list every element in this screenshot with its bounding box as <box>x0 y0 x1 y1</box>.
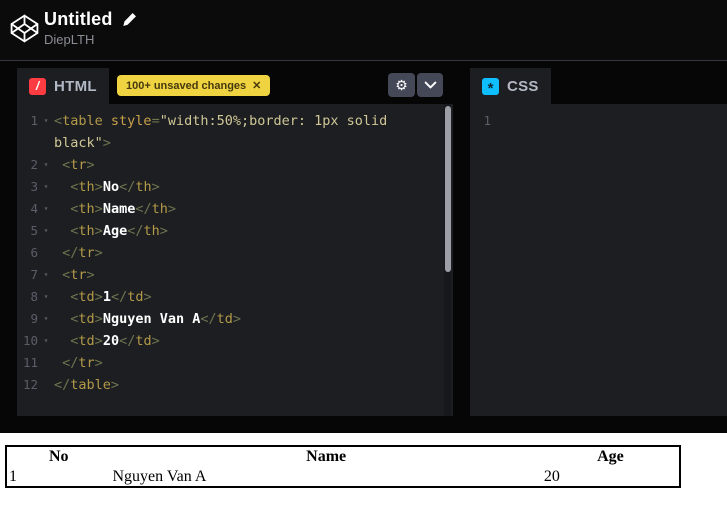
code-text: black"> <box>54 135 111 151</box>
code-text: <th>Age</th> <box>70 223 168 239</box>
code-text: <td>1</td> <box>70 289 152 305</box>
fold-arrow-icon[interactable]: ▾ <box>38 154 54 176</box>
code-text: <td>20</td> <box>70 333 160 349</box>
line-number: 7 <box>30 267 38 282</box>
pen-title: Untitled <box>44 9 113 29</box>
preview-table: No Name Age 1 Nguyen Van A 20 <box>5 445 681 488</box>
preview-pane: No Name Age 1 Nguyen Van A 20 <box>0 433 727 508</box>
tab-html[interactable]: / HTML <box>17 68 109 104</box>
code-text: </table> <box>54 377 120 393</box>
code-line[interactable]: 12 </table> <box>17 374 453 396</box>
preview-table-cell: 1 <box>9 467 17 485</box>
fold-arrow-icon[interactable]: ▾ <box>38 264 54 286</box>
code-text: <table style="width:50%;border: 1px soli… <box>54 113 388 129</box>
code-line[interactable]: 11 </tr> <box>17 352 453 374</box>
code-line[interactable]: 4 ▾ <th>Name</th> <box>17 198 453 220</box>
unsaved-changes-text: 100+ unsaved changes <box>126 79 247 92</box>
code-line[interactable]: 9 ▾ <td>Nguyen Van A</td> <box>17 308 453 330</box>
code-line[interactable]: 1 ▾ <table style="width:50%;border: 1px so… <box>17 110 453 132</box>
line-number: 5 <box>30 223 38 238</box>
line-number: 4 <box>30 201 38 216</box>
chevron-down-icon <box>424 78 437 93</box>
preview-table-header-cell: Age <box>597 448 624 465</box>
code-line[interactable]: 5 ▾ <th>Age</th> <box>17 220 453 242</box>
app-header: Untitled DiepLTH <box>0 0 727 60</box>
editors-region: / HTML 100+ unsaved changes ✕ ⚙ 1 ▾ <table… <box>0 60 727 433</box>
line-number: 9 <box>30 311 38 326</box>
preview-table-header-row: No Name Age <box>6 446 680 467</box>
html-code-lines: 1 ▾ <table style="width:50%;border: 1px so… <box>17 104 453 396</box>
badge-close-icon[interactable]: ✕ <box>252 79 261 92</box>
fold-arrow-icon[interactable]: ▾ <box>38 220 54 242</box>
line-number: 2 <box>30 157 38 172</box>
html-code-editor[interactable]: 1 ▾ <table style="width:50%;border: 1px so… <box>17 104 453 416</box>
preview-table-cell: 20 <box>543 467 560 485</box>
fold-arrow-icon[interactable]: ▾ <box>38 286 54 308</box>
css-tab-label: CSS <box>507 77 539 95</box>
unsaved-changes-badge: 100+ unsaved changes ✕ <box>117 75 271 96</box>
code-text: <td>Nguyen Van A</td> <box>70 311 242 327</box>
codepen-editor-page: Untitled DiepLTH / HTML 100+ unsaved cha… <box>0 0 727 508</box>
gear-icon: ⚙ <box>395 77 408 93</box>
html-panel-icon: / <box>29 77 46 95</box>
html-tab-label: HTML <box>54 77 97 95</box>
line-number: 1 <box>30 113 38 128</box>
preview-table-header-cell: No <box>48 448 69 465</box>
line-number: 3 <box>30 179 38 194</box>
fold-arrow-icon[interactable]: ▾ <box>38 110 54 132</box>
preview-table-row: 1 Nguyen Van A 20 <box>6 467 680 487</box>
code-text: </tr> <box>62 245 103 261</box>
code-line[interactable]: 6 </tr> <box>17 242 453 264</box>
line-number: 6 <box>30 245 38 260</box>
code-text: </tr> <box>62 355 103 371</box>
css-code-editor[interactable]: 1 <box>470 104 727 416</box>
code-line[interactable]: 2 ▾ <tr> <box>17 154 453 176</box>
line-number: 12 <box>22 377 38 392</box>
html-panel-menu-button[interactable] <box>417 73 443 97</box>
code-line[interactable]: 10 ▾ <td>20</td> <box>17 330 453 352</box>
line-number <box>17 132 38 154</box>
tab-css[interactable]: * CSS <box>470 68 551 104</box>
line-number: 8 <box>30 289 38 304</box>
line-number: 10 <box>22 333 38 348</box>
code-line[interactable]: 8 ▾ <td>1</td> <box>17 286 453 308</box>
code-text: <th>No</th> <box>70 179 160 195</box>
preview-table-body: 1 Nguyen Van A 20 <box>6 467 680 487</box>
code-text: <tr> <box>62 157 95 173</box>
code-text: <tr> <box>62 267 95 283</box>
pen-author: DiepLTH <box>44 32 95 47</box>
code-line[interactable]: 7 ▾ <tr> <box>17 264 453 286</box>
fold-arrow-icon[interactable]: ▾ <box>38 176 54 198</box>
css-panel-icon: * <box>482 77 499 96</box>
fold-arrow-icon[interactable]: ▾ <box>38 330 54 352</box>
fold-arrow-icon[interactable]: ▾ <box>38 198 54 220</box>
code-text: <th>Name</th> <box>70 201 176 217</box>
codepen-logo-icon[interactable] <box>9 13 40 44</box>
css-code-line: 1 <box>470 110 727 132</box>
css-line-number: 1 <box>483 113 491 128</box>
edit-title-pencil-icon[interactable] <box>122 12 137 27</box>
preview-table-cell: Nguyen Van A <box>112 467 207 485</box>
fold-arrow-icon[interactable]: ▾ <box>38 308 54 330</box>
code-line[interactable]: 3 ▾ <th>No</th> <box>17 176 453 198</box>
html-settings-button[interactable]: ⚙ <box>388 73 415 97</box>
html-editor-scrollbar-thumb[interactable] <box>445 106 451 272</box>
preview-table-header-cell: Name <box>306 448 347 465</box>
code-line[interactable]: black"> <box>17 132 453 154</box>
line-number: 11 <box>22 355 38 370</box>
